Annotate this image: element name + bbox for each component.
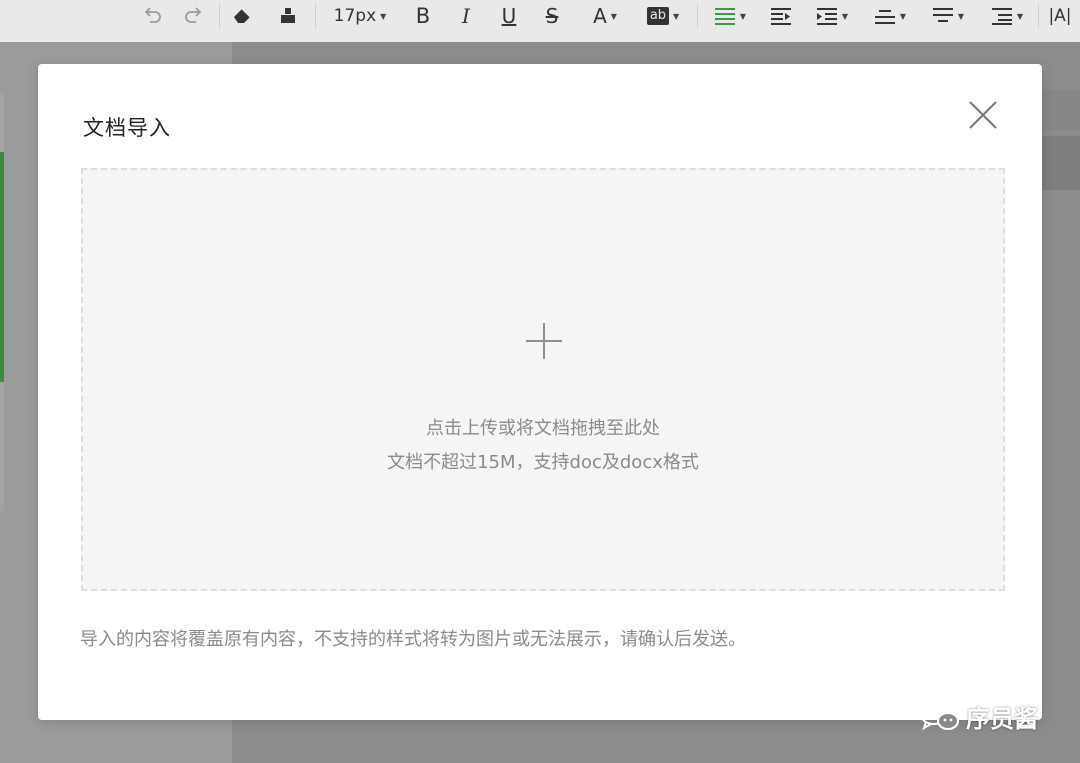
paragraph-spacing-button[interactable]: ▼ xyxy=(870,0,910,32)
caret-down-icon: ▼ xyxy=(673,11,680,21)
caret-down-icon: ▼ xyxy=(899,11,907,21)
watermark: 序员酱 xyxy=(918,698,1038,734)
font-size-select[interactable]: 17px ▼ xyxy=(328,0,392,32)
font-color-button[interactable]: A ▼ xyxy=(585,0,625,32)
upload-dropzone[interactable]: 点击上传或将文档拖拽至此处 文档不超过15M，支持doc及docx格式 xyxy=(81,168,1005,591)
redo-icon[interactable] xyxy=(182,0,206,32)
format-painter-icon[interactable] xyxy=(275,0,301,32)
caret-down-icon: ▼ xyxy=(841,11,849,21)
dropzone-constraints: 文档不超过15M，支持doc及docx格式 xyxy=(387,452,699,473)
toolbar-divider xyxy=(219,4,220,28)
highlight-glyph: ab xyxy=(646,7,670,25)
import-warning-note: 导入的内容将覆盖原有内容，不支持的样式将转为图片或无法展示，请确认后发送。 xyxy=(80,629,746,650)
font-color-glyph: A xyxy=(593,4,607,28)
dialog-title: 文档导入 xyxy=(83,116,171,140)
dropzone-instruction: 点击上传或将文档拖拽至此处 xyxy=(426,418,660,439)
eraser-icon[interactable] xyxy=(230,0,256,32)
plus-icon xyxy=(526,323,562,359)
underline-button[interactable]: U xyxy=(498,0,520,32)
caret-down-icon: ▼ xyxy=(380,11,387,21)
indent-button[interactable]: ▼ xyxy=(812,0,852,32)
indent-right-icon[interactable] xyxy=(768,0,794,32)
caret-down-icon: ▼ xyxy=(739,11,747,21)
editor-right-strip xyxy=(1042,90,1080,130)
wechat-logo-icon xyxy=(919,701,959,731)
bold-button[interactable]: B xyxy=(412,0,434,32)
strikethrough-button[interactable]: S xyxy=(541,0,563,32)
undo-icon[interactable] xyxy=(140,0,164,32)
font-size-value: 17px xyxy=(333,6,377,26)
toolbar-divider xyxy=(1038,4,1039,28)
editor-right-strip-active xyxy=(1042,136,1080,190)
document-import-dialog: 文档导入 点击上传或将文档拖拽至此处 文档不超过15M，支持doc及docx格式… xyxy=(38,64,1042,720)
list-button[interactable]: ▼ xyxy=(986,0,1028,32)
editor-selection-bar xyxy=(0,152,4,382)
close-icon[interactable] xyxy=(968,100,998,130)
editor-toolbar: 17px ▼ B I U S A ▼ ab ▼ ▼ ▼ ▼ ▼ ▼ |A| xyxy=(0,0,1080,42)
italic-button[interactable]: I xyxy=(455,0,477,32)
caret-down-icon: ▼ xyxy=(1016,11,1024,21)
caret-down-icon: ▼ xyxy=(957,11,965,21)
align-justify-button[interactable]: ▼ xyxy=(710,0,750,32)
toolbar-divider xyxy=(697,4,698,28)
highlight-button[interactable]: ab ▼ xyxy=(642,0,684,32)
text-caption-button[interactable]: |A| xyxy=(1046,0,1074,32)
caret-down-icon: ▼ xyxy=(610,11,617,21)
toolbar-divider xyxy=(315,4,316,28)
line-height-button[interactable]: ▼ xyxy=(928,0,968,32)
watermark-text: 序员酱 xyxy=(966,703,1038,733)
